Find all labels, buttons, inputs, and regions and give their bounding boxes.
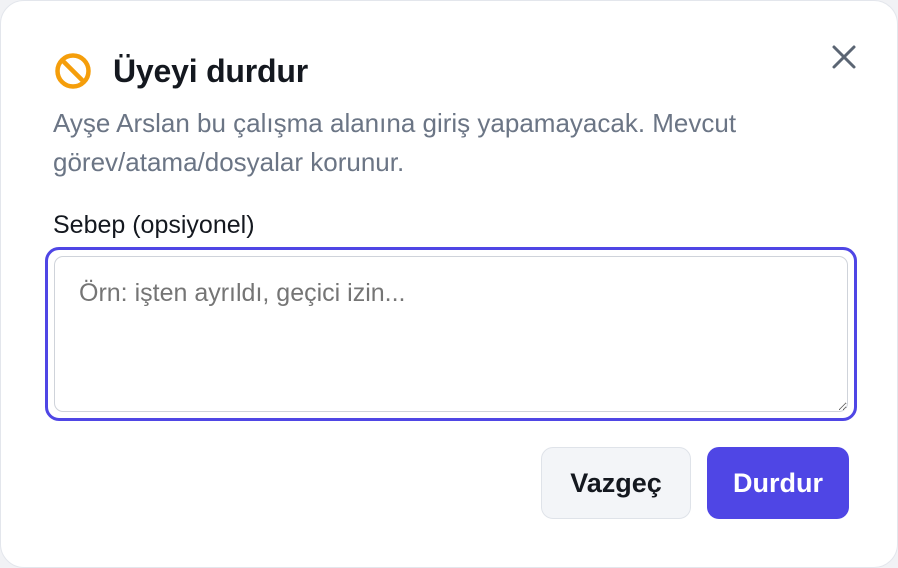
ban-icon [53, 51, 113, 91]
dialog-header: Üyeyi durdur [53, 49, 308, 93]
reason-textarea-focus-ring [45, 247, 857, 421]
close-icon [830, 43, 858, 71]
suspend-member-dialog: Üyeyi durdur Ayşe Arslan bu çalışma alan… [0, 0, 898, 568]
dialog-description: Ayşe Arslan bu çalışma alanına giriş yap… [53, 108, 737, 177]
close-button[interactable] [824, 37, 864, 77]
suspend-button[interactable]: Durdur [707, 447, 849, 519]
dialog-title: Üyeyi durdur [113, 52, 308, 89]
reason-label: Sebep (opsiyonel) [53, 211, 255, 239]
reason-textarea[interactable] [54, 256, 848, 412]
cancel-button[interactable]: Vazgeç [541, 447, 691, 519]
